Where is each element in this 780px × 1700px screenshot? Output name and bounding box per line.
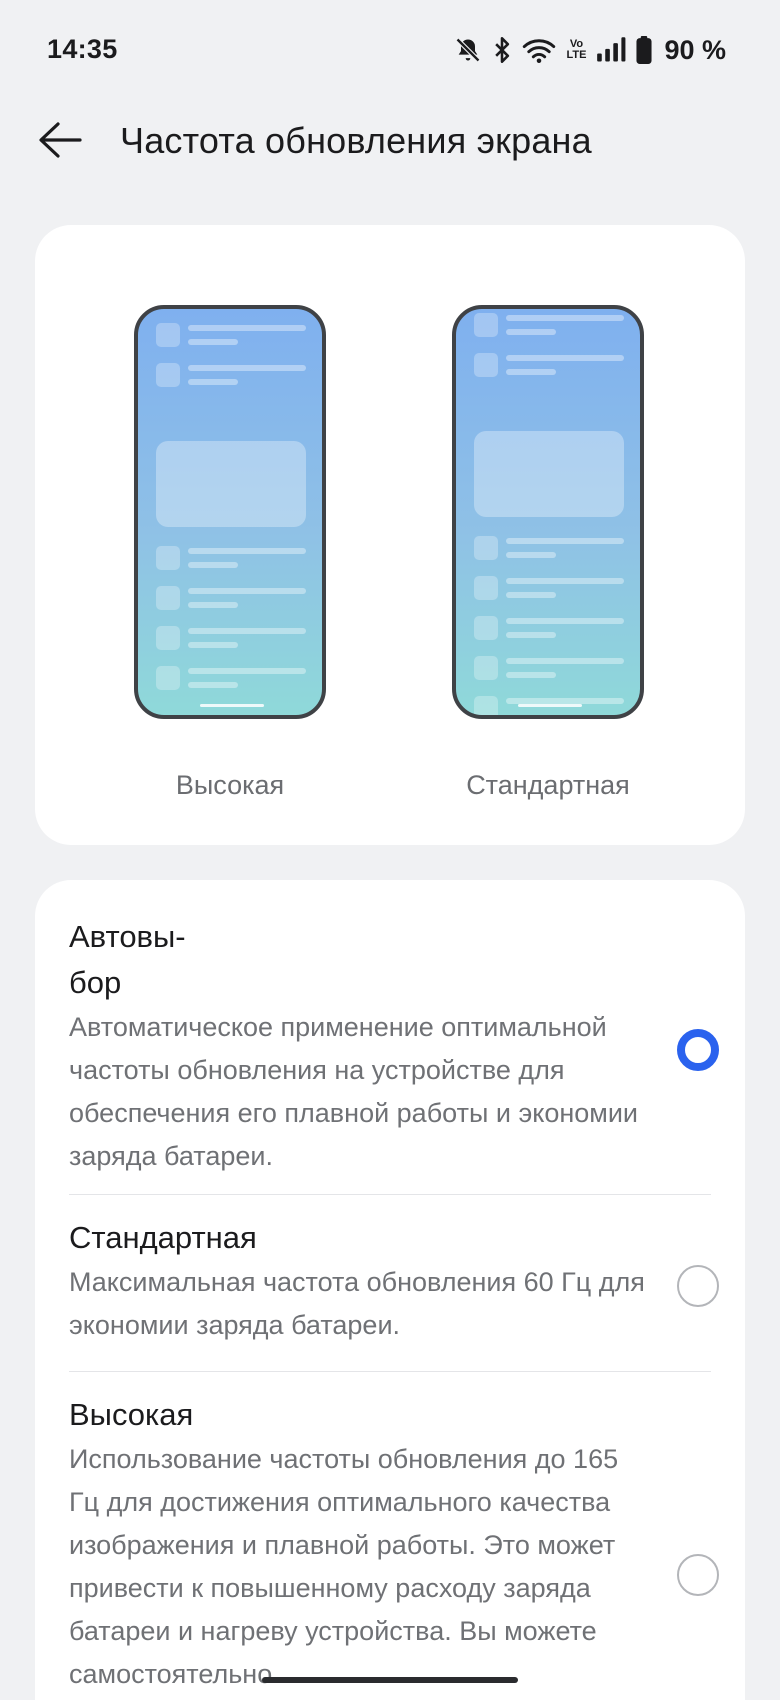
preview-phone-standard[interactable] [452, 305, 644, 719]
status-time: 14:35 [47, 34, 118, 64]
option-standard[interactable]: Стандартная Максимальная частота обновле… [69, 1215, 719, 1347]
header: Частота обновления экрана [0, 100, 780, 190]
option-description: Автоматическое применение оптимальной ча… [69, 1012, 639, 1171]
options-card: Автовы- бор Автоматическое применение оп… [35, 880, 745, 1700]
status-icons: Vo LTE 90 % [454, 32, 726, 68]
preview-phone-high[interactable] [134, 305, 326, 719]
page-title: Частота обновления экрана [120, 120, 592, 161]
option-title: Автовы- бор [69, 919, 186, 1000]
signal-icon [596, 36, 626, 64]
radio-button-high[interactable] [677, 1554, 719, 1596]
option-title: Стандартная [69, 1220, 257, 1255]
bell-off-icon [454, 36, 482, 64]
arrow-left-icon [36, 120, 84, 165]
bluetooth-icon [492, 36, 512, 64]
option-high[interactable]: Высокая Использование частоты обновления… [69, 1392, 719, 1696]
option-description: Использование частоты обновления до 165 … [69, 1444, 619, 1689]
battery-percent: 90 % [664, 34, 726, 65]
volte-icon: Vo LTE [566, 39, 586, 61]
home-indicator[interactable] [262, 1677, 518, 1683]
preview-card: Высокая Стандартная [35, 225, 745, 845]
radio-button-standard[interactable] [677, 1265, 719, 1307]
option-description: Максимальная частота обновления 60 Гц дл… [69, 1267, 645, 1340]
divider [69, 1371, 711, 1372]
battery-icon [636, 36, 652, 64]
divider [69, 1194, 711, 1195]
volte-bottom-text: LTE [566, 49, 587, 61]
wifi-icon [522, 36, 556, 64]
preview-label-standard: Стандартная [466, 770, 630, 800]
option-auto[interactable]: Автовы- бор Автоматическое применение оп… [69, 914, 719, 1178]
back-button[interactable] [30, 115, 90, 169]
preview-label-high: Высокая [175, 770, 285, 800]
status-bar: 14:35 Vo LTE 90 % [0, 0, 780, 100]
radio-button-auto[interactable] [677, 1029, 719, 1071]
option-title: Высокая [69, 1397, 194, 1432]
